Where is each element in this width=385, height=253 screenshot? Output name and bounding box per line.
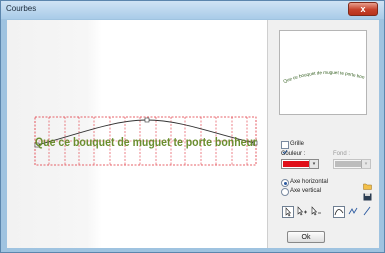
add-point-icon[interactable] (296, 206, 308, 218)
axis-vertical-label: Axe vertical (290, 188, 322, 194)
grid-label: Grille (290, 141, 305, 147)
chevron-down-icon: ▾ (361, 160, 370, 168)
options-panel: Que ce bouquet de muguet te porte bonheu… (268, 20, 379, 248)
color-picker[interactable]: ▾ (281, 159, 319, 169)
title-bar[interactable]: Courbes x (1, 1, 384, 19)
control-point[interactable] (144, 117, 150, 123)
canvas-text: Que ce bouquet de muguet te porte bonheu… (35, 135, 257, 149)
floppy-disk-icon[interactable] (363, 188, 372, 201)
dialog-client: Que ce bouquet de muguet te porte bonheu… (7, 20, 379, 248)
smooth-line-icon[interactable] (347, 206, 359, 218)
axis-horizontal-label: Axe horizontal (290, 179, 329, 185)
background-picker: ▾ (333, 159, 371, 169)
curves-dialog: Courbes x Que ce bouquet de muguet te po… (0, 0, 385, 253)
chevron-down-icon: ▾ (309, 160, 318, 168)
remove-point-icon[interactable] (310, 206, 322, 218)
color-swatch (283, 161, 310, 167)
curve-icon[interactable] (333, 206, 345, 218)
background-label: Fond : (333, 151, 351, 157)
window-title: Courbes (6, 4, 37, 13)
straight-line-icon[interactable] (361, 206, 373, 218)
axis-horizontal-radio[interactable] (281, 179, 289, 187)
pointer-select-icon[interactable] (282, 206, 294, 218)
background-swatch (335, 161, 362, 167)
grid-checkbox[interactable] (281, 141, 289, 155)
curve-canvas[interactable]: Que ce bouquet de muguet te porte bonheu… (7, 20, 268, 248)
preview-text: Que ce bouquet de muguet te porte bonheu… (280, 31, 366, 84)
preview-box: Que ce bouquet de muguet te porte bonheu… (279, 27, 367, 115)
folder-open-icon[interactable] (363, 177, 372, 190)
close-button[interactable]: x (348, 2, 378, 16)
axis-vertical-radio[interactable] (281, 188, 289, 196)
ok-button[interactable]: Ok (287, 231, 325, 243)
color-label: Couleur : (281, 151, 306, 157)
